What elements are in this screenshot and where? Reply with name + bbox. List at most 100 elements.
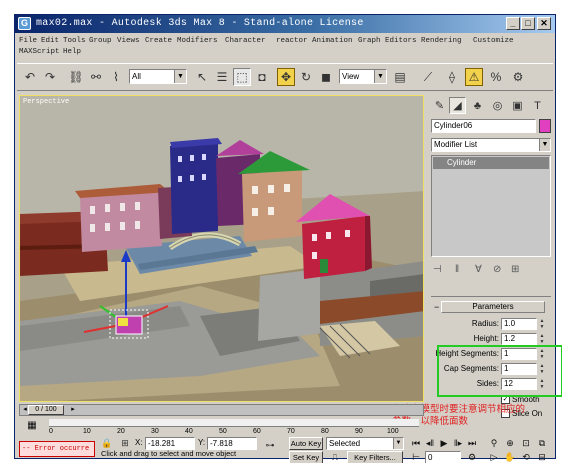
- radius-field[interactable]: 1.0: [501, 318, 537, 330]
- angle-snap-icon[interactable]: ⚠: [465, 68, 483, 86]
- key-filters-button[interactable]: Key Filters...: [347, 451, 403, 463]
- menu-rendering[interactable]: Rendering: [421, 37, 462, 45]
- maximize-button[interactable]: □: [521, 17, 535, 30]
- menu-create[interactable]: Create: [145, 37, 172, 45]
- percent-snap-icon[interactable]: %: [487, 68, 505, 86]
- time-slider-thumb[interactable]: 0 / 100: [28, 405, 64, 415]
- pivot-center-icon[interactable]: ▤: [391, 68, 409, 86]
- selection-filter-dropdown[interactable]: All ▼: [129, 69, 187, 84]
- bind-space-warp-icon[interactable]: ⌇: [107, 68, 125, 86]
- current-frame-field[interactable]: 0: [425, 451, 461, 463]
- menu-bar: File Edit Tools Group Views Create Modif…: [17, 35, 553, 61]
- menu-graph-editors[interactable]: Graph Editors: [358, 37, 417, 45]
- zoom-extents-icon[interactable]: ⊡: [519, 437, 533, 450]
- select-and-scale-icon[interactable]: ◼: [317, 68, 335, 86]
- go-to-end-icon[interactable]: ⏭: [465, 437, 479, 450]
- absolute-mode-icon[interactable]: ⊞: [119, 437, 131, 449]
- key-mode-toggle-icon[interactable]: ⊢: [409, 451, 423, 463]
- remove-modifier-icon[interactable]: ⊘: [493, 264, 501, 275]
- menu-character[interactable]: Character: [225, 37, 266, 45]
- utilities-tab-icon[interactable]: T: [529, 97, 546, 114]
- field-of-view-icon[interactable]: ▷: [487, 451, 501, 463]
- menu-customize[interactable]: Customize: [473, 37, 514, 45]
- auto-key-button[interactable]: Auto Key: [289, 437, 323, 450]
- select-and-link-icon[interactable]: ⛓: [67, 68, 85, 86]
- display-tab-icon[interactable]: ▣: [509, 97, 526, 114]
- redo-icon[interactable]: ↷: [41, 68, 59, 86]
- y-label: Y:: [198, 438, 206, 447]
- height-label: Height:: [473, 334, 499, 343]
- zoom-extents-all-icon[interactable]: ⧉: [535, 437, 549, 450]
- track-bar[interactable]: ▦ 0 10 20 30 40 50 60 70 80 90 100: [19, 417, 424, 439]
- menu-group[interactable]: Group: [89, 37, 112, 45]
- menu-views[interactable]: Views: [117, 37, 140, 45]
- maxscript-listener-error[interactable]: -- Error occurre: [19, 441, 95, 457]
- spinner-icon[interactable]: ▲ ▼: [538, 333, 546, 345]
- time-slider[interactable]: ◂ 0 / 100 ▸: [19, 404, 424, 416]
- zoom-all-icon[interactable]: ⊕: [503, 437, 517, 450]
- show-end-result-icon[interactable]: ‖: [455, 264, 459, 275]
- perspective-viewport[interactable]: Perspective: [19, 95, 424, 402]
- spinner-icon[interactable]: ▲ ▼: [538, 318, 546, 330]
- create-tab-icon[interactable]: ✎: [431, 97, 448, 114]
- menu-maxscript[interactable]: MAXScript: [19, 48, 60, 56]
- window-crossing-icon[interactable]: ◘: [253, 68, 271, 86]
- prompt-line: Click and drag to select and move object: [101, 449, 237, 458]
- 3dsmax-logo-icon[interactable]: G: [18, 17, 31, 30]
- modifier-list-dropdown[interactable]: Modifier List ▼: [431, 138, 551, 152]
- chevron-right-icon[interactable]: ▸: [68, 405, 78, 415]
- pan-icon[interactable]: ✋: [503, 451, 517, 463]
- configure-modifier-sets-icon[interactable]: ⊞: [511, 264, 519, 275]
- pin-stack-icon[interactable]: ⊣: [433, 264, 442, 275]
- make-unique-icon[interactable]: ∀: [475, 264, 482, 275]
- rectangular-selection-icon[interactable]: ⬚: [233, 68, 251, 86]
- set-key-button[interactable]: Set Key: [289, 451, 323, 463]
- spinner-snap-icon[interactable]: ⚙: [509, 68, 527, 86]
- select-by-name-icon[interactable]: ☰: [213, 68, 231, 86]
- select-object-icon[interactable]: ↖: [193, 68, 211, 86]
- chevron-down-icon: ▼: [374, 70, 386, 83]
- undo-icon[interactable]: ↶: [21, 68, 39, 86]
- motion-tab-icon[interactable]: ◎: [489, 97, 506, 114]
- tick-label: 70: [287, 428, 295, 435]
- lock-icon[interactable]: 🔒: [101, 437, 113, 449]
- curve-editor-icon[interactable]: ▦: [25, 420, 39, 434]
- next-frame-icon[interactable]: ‖▸: [451, 437, 465, 450]
- tick-label: 20: [117, 428, 125, 435]
- select-and-move-icon[interactable]: ✥: [277, 68, 295, 86]
- zoom-icon[interactable]: ⚲: [487, 437, 501, 450]
- menu-modifiers[interactable]: Modifiers: [177, 37, 218, 45]
- modify-tab-icon[interactable]: ◢: [449, 97, 466, 114]
- maximize-viewport-icon[interactable]: ⊟: [535, 451, 549, 463]
- key-mode-icon[interactable]: ⊶: [261, 439, 279, 451]
- reference-coordinate-dropdown[interactable]: View ▼: [339, 69, 387, 84]
- select-manipulate-icon[interactable]: ⟋: [419, 68, 437, 86]
- unlink-icon[interactable]: ⚯: [87, 68, 105, 86]
- time-config-icon[interactable]: ⚙: [465, 451, 479, 463]
- window-title: max02.max - Autodesk 3ds Max 8 - Stand-a…: [36, 18, 364, 29]
- snaps-toggle-icon[interactable]: ⟠: [443, 68, 461, 86]
- menu-edit[interactable]: Edit: [41, 37, 59, 45]
- close-button[interactable]: ✕: [537, 17, 551, 30]
- object-name-field[interactable]: Cylinder06: [431, 119, 536, 133]
- menu-animation[interactable]: Animation: [312, 37, 353, 45]
- parameters-rollout-header[interactable]: − Parameters: [434, 301, 545, 313]
- arc-rotate-icon[interactable]: ⟲: [519, 451, 533, 463]
- viewport-label[interactable]: Perspective: [23, 98, 69, 106]
- height-field[interactable]: 1.2: [501, 333, 537, 345]
- stack-item-cylinder[interactable]: Cylinder: [433, 157, 549, 169]
- minimize-button[interactable]: _: [506, 17, 520, 30]
- select-and-rotate-icon[interactable]: ↻: [297, 68, 315, 86]
- selected-dropdown[interactable]: Selected ▼: [326, 437, 404, 450]
- track-ruler[interactable]: [49, 419, 419, 427]
- previous-frame-icon[interactable]: ◂‖: [423, 437, 437, 450]
- go-to-start-icon[interactable]: ⏮: [409, 437, 423, 450]
- key-icon[interactable]: ⎍: [329, 451, 341, 463]
- menu-tools[interactable]: Tools: [63, 37, 86, 45]
- play-icon[interactable]: ▶: [437, 437, 451, 450]
- hierarchy-tab-icon[interactable]: ♣: [469, 97, 486, 114]
- object-color-swatch[interactable]: [539, 119, 551, 133]
- menu-file[interactable]: File: [19, 37, 37, 45]
- menu-reactor[interactable]: reactor: [276, 37, 308, 45]
- menu-help[interactable]: Help: [63, 48, 81, 56]
